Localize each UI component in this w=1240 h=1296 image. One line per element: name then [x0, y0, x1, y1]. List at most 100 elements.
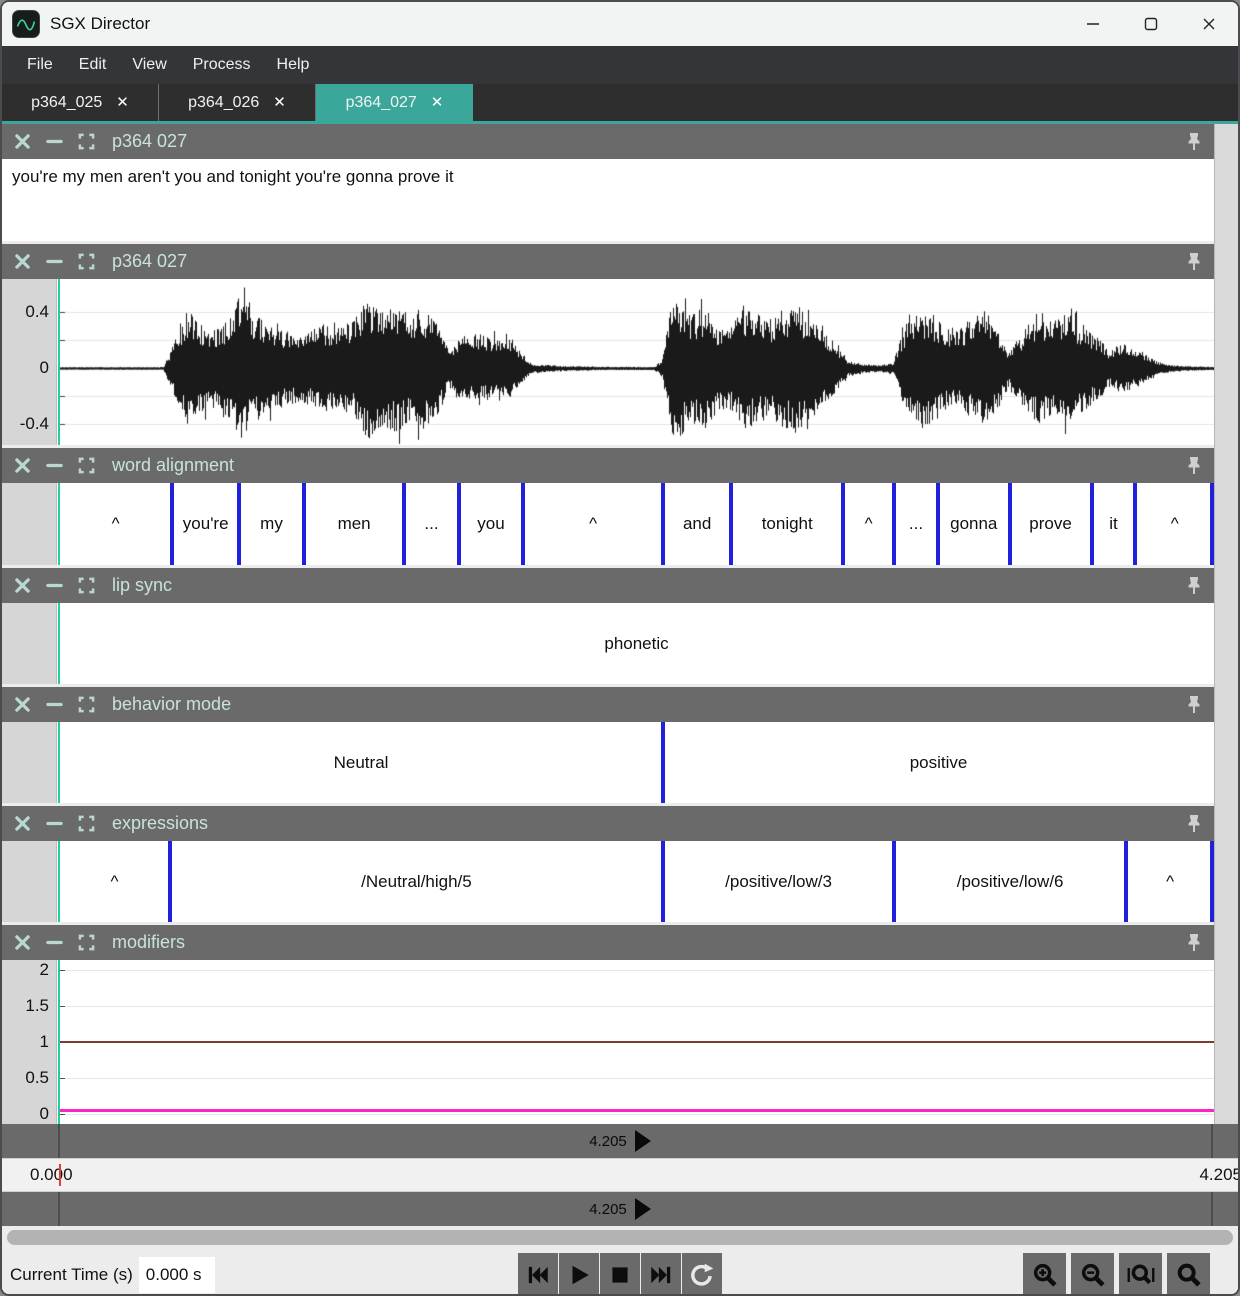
tab-p364_026[interactable]: p364_026 ✕ — [159, 84, 316, 121]
panel-collapse-icon[interactable] — [44, 814, 64, 834]
segment[interactable]: my — [239, 483, 304, 565]
skip-to-start-button[interactable] — [518, 1253, 558, 1296]
segment-boundary[interactable] — [521, 483, 525, 565]
pin-icon[interactable] — [1184, 575, 1204, 597]
menu-process[interactable]: Process — [180, 46, 264, 84]
panel-expand-icon[interactable] — [76, 695, 96, 715]
panel-close-icon[interactable] — [12, 252, 32, 272]
panel-collapse-icon[interactable] — [44, 132, 64, 152]
segment[interactable]: /positive/low/6 — [894, 841, 1126, 922]
segment-boundary[interactable] — [892, 483, 896, 565]
segment[interactable]: ^ — [523, 483, 663, 565]
pin-icon[interactable] — [1184, 694, 1204, 716]
segment[interactable]: gonna — [938, 483, 1010, 565]
zoom-in-button[interactable] — [1023, 1253, 1066, 1296]
panel-close-icon[interactable] — [12, 814, 32, 834]
panel-expand-icon[interactable] — [76, 814, 96, 834]
segment[interactable]: ^ — [59, 841, 170, 922]
play-handle-icon[interactable] — [635, 1130, 651, 1152]
segment-boundary[interactable] — [457, 483, 461, 565]
menu-help[interactable]: Help — [264, 46, 323, 84]
pin-icon[interactable] — [1184, 251, 1204, 273]
segment-boundary[interactable] — [1124, 841, 1128, 922]
segment[interactable]: ... — [404, 483, 458, 565]
segment[interactable]: ^ — [843, 483, 894, 565]
tab-close-icon[interactable]: ✕ — [431, 95, 444, 110]
segment[interactable]: Neutral — [59, 722, 663, 803]
current-time-input[interactable] — [139, 1257, 215, 1293]
segment[interactable]: ... — [894, 483, 938, 565]
panel-close-icon[interactable] — [12, 132, 32, 152]
play-button[interactable] — [559, 1253, 599, 1296]
menu-view[interactable]: View — [119, 46, 179, 84]
panel-expand-icon[interactable] — [76, 933, 96, 953]
panel-collapse-icon[interactable] — [44, 456, 64, 476]
segment-boundary[interactable] — [661, 722, 665, 803]
segment[interactable]: ^ — [1126, 841, 1214, 922]
playhead-line[interactable] — [58, 841, 60, 922]
segment[interactable]: it — [1092, 483, 1136, 565]
playhead-line[interactable] — [58, 722, 60, 803]
modifier-curve-line[interactable] — [59, 1041, 1214, 1043]
panel-collapse-icon[interactable] — [44, 252, 64, 272]
segment[interactable]: /positive/low/3 — [663, 841, 894, 922]
panel-expand-icon[interactable] — [76, 252, 96, 272]
pin-icon[interactable] — [1184, 932, 1204, 954]
tab-p364_027[interactable]: p364_027 ✕ — [316, 84, 473, 121]
menu-file[interactable]: File — [14, 46, 66, 84]
panel-close-icon[interactable] — [12, 695, 32, 715]
close-button[interactable] — [1180, 2, 1238, 46]
segment-boundary[interactable] — [237, 483, 241, 565]
pin-icon[interactable] — [1184, 455, 1204, 477]
vertical-scrollbar[interactable] — [1214, 124, 1238, 1124]
transcript-text-area[interactable]: you're my men aren't you and tonight you… — [2, 159, 1214, 241]
segment-boundary[interactable] — [168, 841, 172, 922]
panel-collapse-icon[interactable] — [44, 576, 64, 596]
segment-boundary[interactable] — [1210, 841, 1214, 922]
minimize-button[interactable] — [1064, 2, 1122, 46]
skip-to-end-button[interactable] — [641, 1253, 681, 1296]
tab-p364_025[interactable]: p364_025 ✕ — [2, 84, 159, 121]
playhead-line[interactable] — [58, 483, 60, 565]
playhead-line[interactable] — [58, 279, 60, 445]
panel-expand-icon[interactable] — [76, 576, 96, 596]
tab-close-icon[interactable]: ✕ — [273, 95, 286, 110]
segment[interactable]: tonight — [731, 483, 843, 565]
pin-icon[interactable] — [1184, 131, 1204, 153]
segment[interactable]: you're — [172, 483, 239, 565]
waveform-canvas[interactable] — [59, 279, 1214, 445]
segment-boundary[interactable] — [1090, 483, 1094, 565]
segment-boundary[interactable] — [302, 483, 306, 565]
loop-button[interactable] — [682, 1253, 722, 1296]
segment-boundary[interactable] — [1133, 483, 1137, 565]
panel-close-icon[interactable] — [12, 576, 32, 596]
segment-boundary[interactable] — [402, 483, 406, 565]
zoom-fit-button[interactable] — [1119, 1253, 1162, 1296]
segment-boundary[interactable] — [661, 841, 665, 922]
modifier-curve-line[interactable] — [59, 1109, 1214, 1112]
segment[interactable]: ^ — [59, 483, 172, 565]
panel-collapse-icon[interactable] — [44, 933, 64, 953]
segment[interactable]: /Neutral/high/5 — [170, 841, 663, 922]
timeline-slider-bottom[interactable]: 4.205 — [2, 1192, 1238, 1226]
playhead-line[interactable] — [58, 960, 60, 1124]
panel-close-icon[interactable] — [12, 456, 32, 476]
stop-button[interactable] — [600, 1253, 640, 1296]
maximize-button[interactable] — [1122, 2, 1180, 46]
segment[interactable]: phonetic — [59, 603, 1214, 684]
menu-edit[interactable]: Edit — [66, 46, 120, 84]
zoom-select-button[interactable] — [1167, 1253, 1210, 1296]
playhead-line[interactable] — [58, 603, 60, 684]
segment-boundary[interactable] — [936, 483, 940, 565]
timeline-slider-top[interactable]: 4.205 — [2, 1124, 1238, 1158]
segment[interactable]: ^ — [1135, 483, 1214, 565]
play-handle-icon[interactable] — [635, 1198, 651, 1220]
segment-boundary[interactable] — [1008, 483, 1012, 565]
horizontal-scrollbar-thumb[interactable] — [7, 1230, 1233, 1245]
panel-close-icon[interactable] — [12, 933, 32, 953]
panel-expand-icon[interactable] — [76, 456, 96, 476]
segment[interactable]: prove — [1010, 483, 1092, 565]
segment[interactable]: and — [663, 483, 731, 565]
segment-boundary[interactable] — [661, 483, 665, 565]
segment[interactable]: positive — [663, 722, 1214, 803]
